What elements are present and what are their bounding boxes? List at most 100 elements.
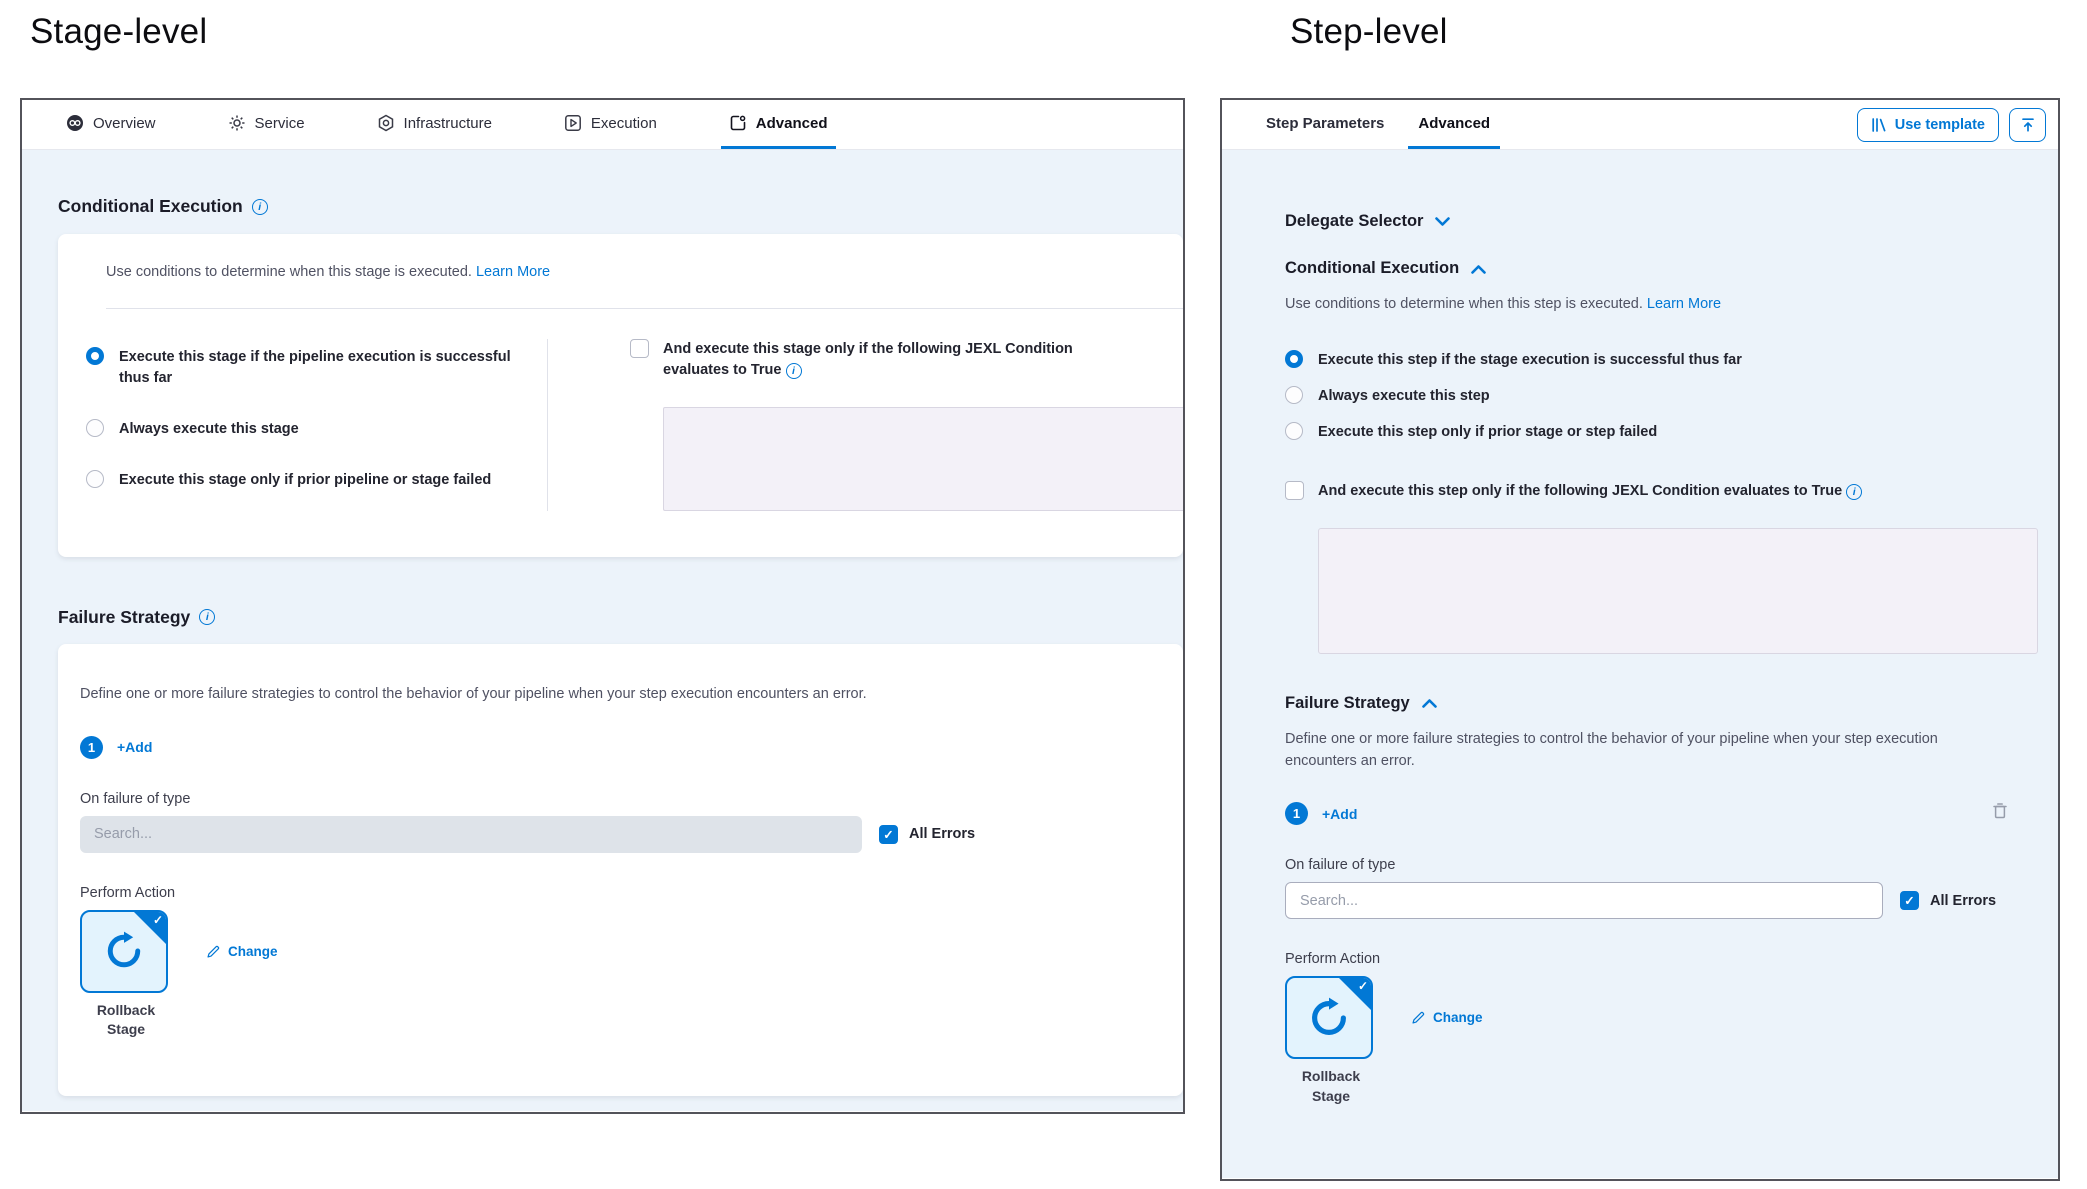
stage-condition-radio-group: Execute this stage if the pipeline execu… xyxy=(86,339,548,511)
template-library-icon xyxy=(1871,117,1887,133)
learn-more-link[interactable]: Learn More xyxy=(476,264,550,280)
chevron-down-icon xyxy=(1435,217,1450,227)
failure-type-row: ✓ All Errors xyxy=(80,816,1183,853)
step-condition-radio-group: Execute this step if the stage execution… xyxy=(1285,350,2038,443)
tabbar-spacer xyxy=(1514,100,1857,149)
strategy-1-badge[interactable]: 1 xyxy=(80,736,103,759)
radio-execute-if-prior-failed[interactable]: Execute this step only if prior stage or… xyxy=(1285,422,2038,443)
failure-strategy-description: Define one or more failure strategies to… xyxy=(1285,729,2003,773)
all-errors-label: All Errors xyxy=(909,826,975,842)
infrastructure-icon xyxy=(377,114,395,132)
selected-check-icon: ✓ xyxy=(153,913,163,927)
on-failure-label: On failure of type xyxy=(80,791,1183,807)
on-failure-label: On failure of type xyxy=(1285,857,2038,873)
perform-action-row: ✓ Change xyxy=(80,910,1183,993)
upload-template-button[interactable] xyxy=(2009,108,2046,142)
jexl-checkbox[interactable] xyxy=(1285,481,1304,500)
tab-overview[interactable]: Overview xyxy=(58,100,164,149)
radio-icon[interactable] xyxy=(86,347,104,365)
delete-strategy-button[interactable] xyxy=(1992,802,2008,820)
failure-type-search-input[interactable] xyxy=(80,816,862,853)
failure-strategy-heading: Failure Strategy i xyxy=(58,607,1183,628)
pencil-icon xyxy=(206,944,221,959)
strategy-1-badge[interactable]: 1 xyxy=(1285,802,1308,825)
learn-more-link[interactable]: Learn More xyxy=(1647,296,1721,312)
jexl-condition-textarea[interactable] xyxy=(1318,528,2038,654)
step-tabbar: Step Parameters Advanced Use template xyxy=(1222,100,2058,150)
step-advanced-content: Delegate Selector Conditional Execution … xyxy=(1222,150,2058,1178)
conditional-execution-card: Use conditions to determine when this st… xyxy=(58,234,1183,557)
failure-strategy-description: Define one or more failure strategies to… xyxy=(80,684,1183,706)
tab-advanced[interactable]: Advanced xyxy=(721,100,836,149)
failure-strategy-heading[interactable]: Failure Strategy xyxy=(1285,694,2038,713)
tab-label: Advanced xyxy=(756,115,828,132)
tab-label: Step Parameters xyxy=(1266,115,1384,132)
rollback-stage-action-card[interactable]: ✓ xyxy=(1285,976,1373,1059)
radio-icon[interactable] xyxy=(86,419,104,437)
rollback-stage-action-card[interactable]: ✓ xyxy=(80,910,168,993)
advanced-icon xyxy=(729,114,747,132)
use-template-button[interactable]: Use template xyxy=(1857,108,1999,142)
tab-label: Advanced xyxy=(1418,115,1490,132)
conditional-execution-description: Use conditions to determine when this st… xyxy=(1285,294,2038,316)
failure-type-search-input[interactable] xyxy=(1285,882,1883,919)
tab-label: Execution xyxy=(591,115,657,132)
jexl-condition-textarea[interactable] xyxy=(663,407,1183,511)
all-errors-checkbox[interactable]: ✓ xyxy=(879,825,898,844)
jexl-condition-checkbox-row[interactable]: And execute this stage only if the follo… xyxy=(630,339,1183,381)
info-icon[interactable]: i xyxy=(786,363,802,379)
jexl-condition-checkbox-row[interactable]: And execute this step only if the follow… xyxy=(1285,481,2038,502)
overview-icon xyxy=(66,114,84,132)
upload-icon xyxy=(2020,117,2036,133)
radio-icon[interactable] xyxy=(1285,386,1303,404)
all-errors-label: All Errors xyxy=(1930,893,1996,909)
step-level-title: Step-level xyxy=(1290,12,1448,52)
chevron-up-icon xyxy=(1471,264,1486,274)
delegate-selector-heading[interactable]: Delegate Selector xyxy=(1285,212,2038,231)
info-icon[interactable]: i xyxy=(1846,484,1862,500)
change-action-link[interactable]: Change xyxy=(206,944,278,959)
conditional-execution-heading: Conditional Execution i xyxy=(58,196,1183,217)
strategy-list-row: 1 +Add xyxy=(80,736,1183,759)
conditional-execution-description: Use conditions to determine when this st… xyxy=(106,262,1183,309)
perform-action-label: Perform Action xyxy=(1285,951,2038,967)
info-icon[interactable]: i xyxy=(199,609,215,625)
radio-always-execute-step[interactable]: Always execute this step xyxy=(1285,386,2038,407)
radio-execute-if-prior-failed[interactable]: Execute this stage only if prior pipelin… xyxy=(86,470,547,491)
tab-step-advanced[interactable]: Advanced xyxy=(1408,100,1500,149)
stage-jexl-column: And execute this stage only if the follo… xyxy=(548,339,1183,511)
perform-action-row: ✓ Change xyxy=(1285,976,2038,1059)
tab-execution[interactable]: Execution xyxy=(556,100,665,149)
conditional-execution-heading[interactable]: Conditional Execution xyxy=(1285,259,2038,278)
tab-label: Infrastructure xyxy=(404,115,492,132)
radio-icon[interactable] xyxy=(86,470,104,488)
all-errors-checkbox[interactable]: ✓ xyxy=(1900,891,1919,910)
radio-icon[interactable] xyxy=(1285,350,1303,368)
radio-icon[interactable] xyxy=(1285,422,1303,440)
selected-action-name: Rollback Stage xyxy=(1285,1067,1377,1106)
screen: Stage-level Step-level Overview Service xyxy=(0,0,2087,1189)
tab-label: Overview xyxy=(93,115,156,132)
tab-infrastructure[interactable]: Infrastructure xyxy=(369,100,500,149)
conditional-execution-columns: Execute this stage if the pipeline execu… xyxy=(86,309,1183,511)
tab-label: Service xyxy=(255,115,305,132)
stage-level-panel: Overview Service Infrastructure Executio… xyxy=(20,98,1185,1114)
radio-execute-if-stage-successful[interactable]: Execute this step if the stage execution… xyxy=(1285,350,2038,371)
radio-execute-if-pipeline-successful[interactable]: Execute this stage if the pipeline execu… xyxy=(86,347,547,389)
chevron-up-icon xyxy=(1422,698,1437,708)
failure-type-row: ✓ All Errors xyxy=(1285,882,2038,919)
add-strategy-button[interactable]: +Add xyxy=(1322,806,1357,822)
step-level-panel: Step Parameters Advanced Use template xyxy=(1220,98,2060,1181)
add-strategy-button[interactable]: +Add xyxy=(117,739,152,755)
strategy-list-row: 1 +Add xyxy=(1285,802,2038,825)
change-action-link[interactable]: Change xyxy=(1411,1010,1483,1025)
perform-action-label: Perform Action xyxy=(80,885,1183,901)
selected-check-icon: ✓ xyxy=(1358,979,1368,993)
tab-service[interactable]: Service xyxy=(220,100,313,149)
jexl-checkbox[interactable] xyxy=(630,339,649,358)
stage-tabbar: Overview Service Infrastructure Executio… xyxy=(22,100,1183,150)
stage-advanced-content: Conditional Execution i Use conditions t… xyxy=(22,150,1183,1111)
tab-step-parameters[interactable]: Step Parameters xyxy=(1256,100,1394,149)
info-icon[interactable]: i xyxy=(252,199,268,215)
radio-always-execute-stage[interactable]: Always execute this stage xyxy=(86,419,547,440)
